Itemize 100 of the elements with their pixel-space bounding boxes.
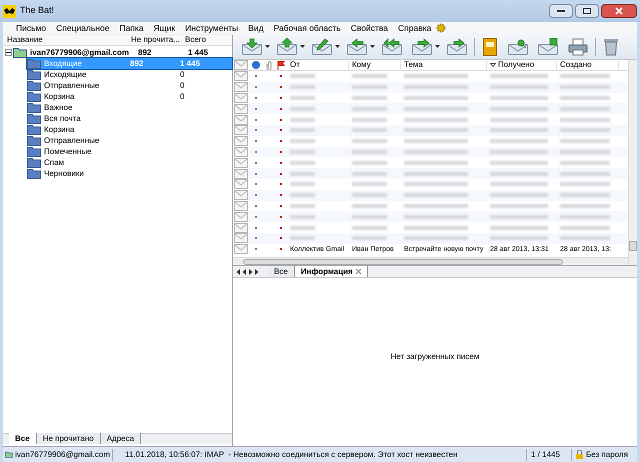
envelope-reply-icon [346, 38, 368, 56]
folder-row[interactable]: Отправленные 0 [27, 80, 232, 91]
folder-icon [27, 157, 41, 168]
caret-icon[interactable] [300, 45, 305, 48]
folder-icon [27, 80, 41, 91]
column-header[interactable]: Тема [401, 59, 487, 71]
menu-item[interactable]: Письмо [11, 22, 52, 34]
folder-row[interactable]: Важное [27, 102, 232, 113]
toolbar-button[interactable] [535, 36, 561, 58]
folder-row[interactable]: Вся почта [27, 113, 232, 124]
folder-row[interactable]: Помеченные [27, 146, 232, 157]
toolbar-button[interactable] [379, 36, 405, 58]
blurred-text [490, 236, 548, 240]
sort-arrow-icon [490, 63, 496, 67]
blurred-text [404, 150, 468, 154]
blurred-text [560, 106, 610, 111]
folder-name: Корзина [44, 124, 76, 136]
blurred-text [490, 172, 548, 176]
menu-item[interactable]: Справка [393, 22, 436, 34]
menu-item[interactable]: Папка [114, 22, 149, 34]
folder-icon [27, 124, 41, 135]
folder-name: ivan76779906@gmail.com [30, 46, 130, 58]
mailbox-icon [5, 449, 14, 460]
folder-row[interactable]: Корзина [27, 124, 232, 135]
blurred-text [490, 204, 548, 208]
blurred-text [560, 160, 610, 165]
column-header[interactable]: Кому [349, 59, 401, 71]
folder-row[interactable]: Исходящие 0 [27, 69, 232, 80]
blurred-text [404, 172, 468, 176]
folder-row[interactable]: Корзина 0 [27, 91, 232, 102]
tab[interactable]: Адреса [100, 433, 142, 444]
menu-item[interactable]: Инструменты [180, 22, 244, 34]
menu-item[interactable]: Ящик [148, 22, 180, 34]
total-count: 0 [180, 80, 184, 90]
blurred-text [490, 193, 548, 198]
toolbar-button[interactable] [309, 36, 335, 58]
blurred-text [490, 128, 548, 132]
caret-icon[interactable] [435, 45, 440, 48]
close-button[interactable] [601, 4, 637, 18]
account-status: ivan76779906@gmail.com [15, 448, 110, 460]
blurred-text [404, 128, 468, 132]
folder-name: Отправленные [44, 134, 100, 146]
blurred-text [490, 150, 548, 154]
blurred-text [290, 74, 316, 78]
gear-icon[interactable] [436, 23, 446, 33]
menu-item[interactable]: Свойства [346, 22, 394, 34]
window-title: The Bat! [20, 4, 54, 18]
folder-row[interactable]: Отправленные [27, 135, 232, 146]
column-header[interactable]: Не прочита... [127, 34, 181, 46]
tab[interactable]: Не прочитано [36, 433, 101, 444]
skip-arrow-icon[interactable] [254, 268, 259, 274]
column-header[interactable]: Создано [557, 59, 619, 71]
password-status: Без пароля [586, 448, 628, 460]
close-icon [615, 7, 623, 15]
blurred-text [290, 204, 316, 208]
column-header[interactable]: Название [3, 34, 127, 46]
horizontal-scrollbar[interactable] [233, 257, 628, 265]
blurred-text [290, 139, 316, 144]
blurred-text [560, 193, 610, 198]
printer-icon [568, 38, 588, 56]
blurred-text [352, 236, 386, 240]
envelope-search-icon [507, 38, 529, 56]
tab[interactable]: Все [268, 266, 295, 277]
maximize-button[interactable] [575, 4, 599, 18]
folder-row[interactable]: ivan76779906@gmail.com 892 1 445 [5, 47, 232, 58]
toolbar-button[interactable] [344, 36, 370, 58]
skip-arrow-icon[interactable] [236, 268, 241, 274]
blurred-text [560, 150, 610, 154]
caret-icon[interactable] [265, 45, 270, 48]
blurred-text [404, 236, 468, 240]
blurred-text [490, 96, 548, 100]
column-header[interactable]: Получено [487, 59, 557, 71]
minimize-button[interactable] [549, 4, 573, 18]
toolbar-button[interactable] [409, 36, 435, 58]
column-header[interactable]: От [287, 59, 349, 71]
vertical-scrollbar[interactable] [628, 60, 637, 265]
tab[interactable]: Информация [294, 266, 368, 277]
toolbar-button[interactable] [239, 36, 265, 58]
toolbar-button[interactable] [274, 36, 300, 58]
folder-name: Корзина [44, 90, 76, 102]
blurred-text [290, 160, 316, 165]
blurred-text [560, 74, 610, 78]
caret-icon[interactable] [370, 45, 375, 48]
blurred-text [290, 150, 316, 154]
menu-item[interactable]: Вид [243, 22, 269, 34]
close-icon[interactable] [356, 269, 361, 274]
blurred-text [404, 85, 468, 90]
folder-row[interactable]: Черновики [27, 168, 232, 179]
toolbar-button[interactable] [444, 36, 470, 58]
blurred-text [560, 96, 610, 100]
menu-item[interactable]: Специальное [51, 22, 114, 34]
tab[interactable]: Все [9, 433, 37, 444]
caret-icon[interactable] [335, 45, 340, 48]
blurred-text [490, 118, 548, 122]
folder-row[interactable]: Спам [27, 157, 232, 168]
column-header[interactable]: Всего [181, 34, 225, 46]
blurred-text [290, 85, 316, 90]
menu-item[interactable]: Рабочая область [268, 22, 346, 34]
blurred-text [290, 118, 316, 122]
collapse-toggle-icon[interactable] [5, 49, 12, 56]
